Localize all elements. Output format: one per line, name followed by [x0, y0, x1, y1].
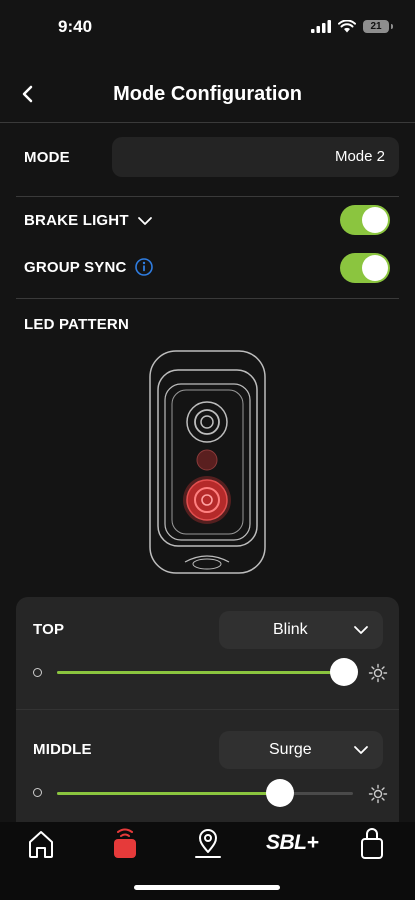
status-bar: 9:40 21	[0, 0, 415, 56]
tab-location[interactable]	[193, 828, 223, 865]
chevron-down-icon	[354, 746, 368, 754]
zone-top-label: TOP	[33, 621, 65, 638]
mode-value: Mode 2	[334, 148, 385, 165]
zone-top-brightness-thumb[interactable]	[330, 658, 358, 686]
mode-label: MODE	[24, 149, 70, 166]
chevron-down-icon	[137, 216, 152, 225]
group-sync-row: GROUP SYNC	[24, 258, 153, 276]
zone-top-pattern: Blink	[273, 621, 308, 638]
tab-home[interactable]	[26, 828, 56, 865]
info-icon[interactable]	[134, 258, 153, 276]
header-divider	[0, 122, 415, 123]
tab-lock[interactable]	[357, 826, 387, 865]
tail-light-device-illustration	[149, 350, 266, 574]
tab-sbl-plus[interactable]: SBL+	[266, 831, 319, 855]
divider	[16, 709, 399, 710]
battery-icon: 21	[363, 20, 393, 33]
lock-icon	[361, 828, 383, 859]
location-pin-icon	[195, 829, 221, 858]
zone-middle-pattern-dropdown[interactable]: Surge	[219, 731, 383, 769]
wifi-icon	[338, 20, 356, 33]
zone-middle-brightness-thumb[interactable]	[266, 779, 294, 807]
group-sync-toggle[interactable]	[340, 253, 390, 283]
brake-light-label: BRAKE LIGHT	[24, 212, 129, 229]
brightness-low-icon	[33, 788, 42, 797]
zone-top-pattern-dropdown[interactable]: Blink	[219, 611, 383, 649]
divider	[16, 298, 399, 299]
zone-middle-brightness-fill	[57, 792, 279, 795]
zone-middle-label: MIDDLE	[33, 741, 92, 758]
status-time: 9:40	[58, 17, 93, 36]
signal-icon	[311, 20, 331, 33]
brightness-high-icon	[368, 784, 388, 804]
group-sync-label: GROUP SYNC	[24, 258, 127, 276]
home-indicator	[134, 885, 280, 890]
zone-top-brightness-fill	[57, 671, 344, 674]
tab-device[interactable]	[109, 826, 141, 865]
brake-light-row[interactable]: BRAKE LIGHT	[24, 212, 153, 229]
led-pattern-label: LED PATTERN	[24, 316, 129, 333]
brightness-low-icon	[33, 668, 42, 677]
brake-light-toggle[interactable]	[340, 205, 390, 235]
status-icons: 21	[311, 20, 393, 33]
light-device-icon	[114, 828, 136, 858]
chevron-down-icon	[354, 626, 368, 634]
battery-level: 21	[370, 21, 382, 32]
brightness-high-icon	[368, 663, 388, 683]
divider	[16, 196, 399, 197]
zone-middle-pattern: Surge	[269, 741, 312, 758]
home-icon	[29, 831, 53, 858]
page-title: Mode Configuration	[113, 83, 302, 105]
